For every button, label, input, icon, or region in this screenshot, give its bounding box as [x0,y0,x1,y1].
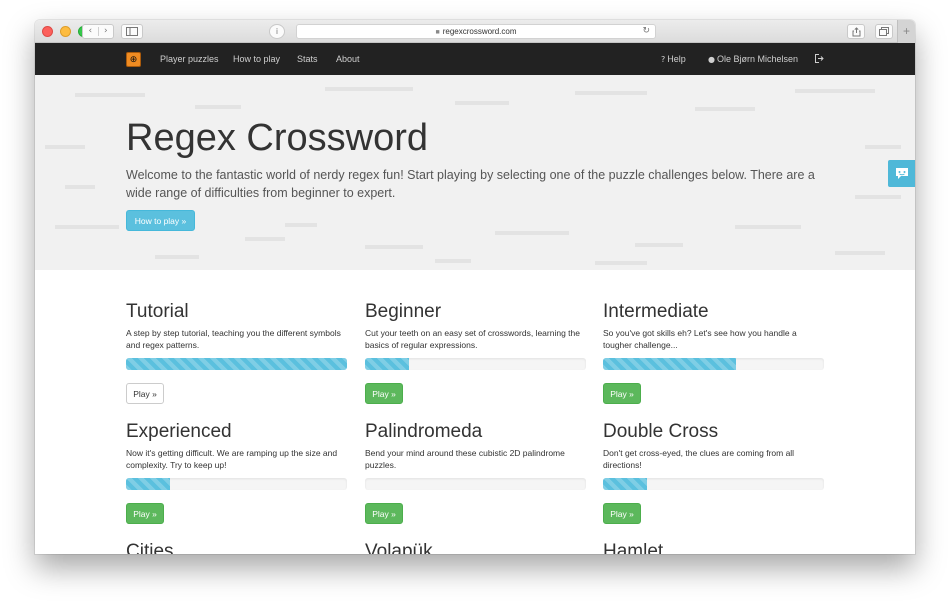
puzzle-title: Intermediate [603,301,709,322]
nav-stats[interactable]: Stats [297,43,318,75]
progress-fill [603,478,648,490]
puzzle-description: A step by step tutorial, teaching you th… [126,328,341,350]
share-icon [852,26,860,36]
tabs-icon [879,27,889,36]
show-tabs-button[interactable] [875,24,893,39]
progress-fill [126,478,171,490]
how-to-play-button[interactable]: How to play » [126,210,195,231]
puzzle-title: Beginner [365,301,442,322]
sidebar-icon [126,27,138,36]
browser-window: ‹ › i ■ regexcrossword.com ↻ + ⊕ Player … [35,20,915,554]
lock-icon: ■ [435,29,440,36]
play-button[interactable]: Play » [126,503,164,524]
hero-section: Regex Crossword Welcome to the fantastic… [35,75,915,270]
puzzle-title: Experienced [126,421,232,442]
play-button[interactable]: Play » [365,383,403,404]
nav-user-label: Ole Bjørn Michelsen [716,54,799,64]
site-navbar: ⊕ Player puzzles How to play Stats About… [35,43,915,75]
puzzle-description: Don't get cross-eyed, the clues are comi… [603,448,795,470]
new-tab-button[interactable]: + [897,20,915,43]
address-bar[interactable]: ■ regexcrossword.com ↻ [296,24,656,39]
play-button[interactable]: Play » [603,503,641,524]
progress-fill [603,358,736,370]
close-window-button[interactable] [42,26,53,37]
puzzle-title: Cities [126,541,174,554]
reload-icon[interactable]: ↻ [642,25,650,38]
feedback-tab[interactable] [888,160,915,187]
puzzle-progress-bar [365,358,586,370]
hero-lead-text: Welcome to the fantastic world of nerdy … [126,168,815,200]
logo-icon[interactable]: ⊕ [126,52,141,67]
nav-logout[interactable] [815,43,824,75]
sidebar-toggle-button[interactable] [121,24,143,39]
page-title: Regex Crossword [126,117,428,159]
nav-how-to-play[interactable]: How to play [233,43,280,75]
chat-icon [895,168,908,179]
nav-help[interactable]: ? Help [661,43,686,76]
puzzle-title: Double Cross [603,421,719,442]
minimize-window-button[interactable] [60,26,71,37]
progress-fill [126,358,347,370]
back-button[interactable]: ‹ [83,27,99,36]
url-text: regexcrossword.com [442,27,517,36]
puzzle-progress-bar [603,358,824,370]
puzzle-title: Palindromeda [365,421,483,442]
puzzle-progress-bar [126,478,347,490]
puzzle-title: Tutorial [126,301,189,322]
play-button[interactable]: Play » [365,503,403,524]
play-button[interactable]: Play » [603,383,641,404]
nav-help-label: Help [667,54,686,64]
question-circle-icon: ? [661,55,666,64]
puzzle-progress-bar [603,478,824,490]
sign-out-icon [815,54,824,63]
forward-button[interactable]: › [99,27,114,36]
browser-titlebar: ‹ › i ■ regexcrossword.com ↻ + [35,20,915,43]
puzzle-description: So you've got skills eh? Let's see how y… [603,328,797,350]
info-icon: i [275,26,279,36]
puzzle-title: Volapük [365,541,433,554]
puzzle-description: Bend your mind around these cubistic 2D … [365,448,565,470]
puzzle-title: Hamlet [603,541,664,554]
nav-about[interactable]: About [336,43,360,75]
puzzle-description: Cut your teeth on an easy set of crosswo… [365,328,580,350]
reader-button[interactable]: i [269,24,285,39]
history-nav: ‹ › [82,24,114,39]
puzzle-description: Now it's getting difficult. We are rampi… [126,448,338,470]
play-button[interactable]: Play » [126,383,164,404]
nav-user[interactable]: ● Ole Bjørn Michelsen [708,43,798,76]
puzzle-progress-bar [126,358,347,370]
progress-fill [365,358,410,370]
facebook-icon: ● [708,55,715,64]
share-button[interactable] [847,24,865,39]
nav-player-puzzles[interactable]: Player puzzles [160,43,219,75]
puzzle-progress-bar [365,478,586,490]
